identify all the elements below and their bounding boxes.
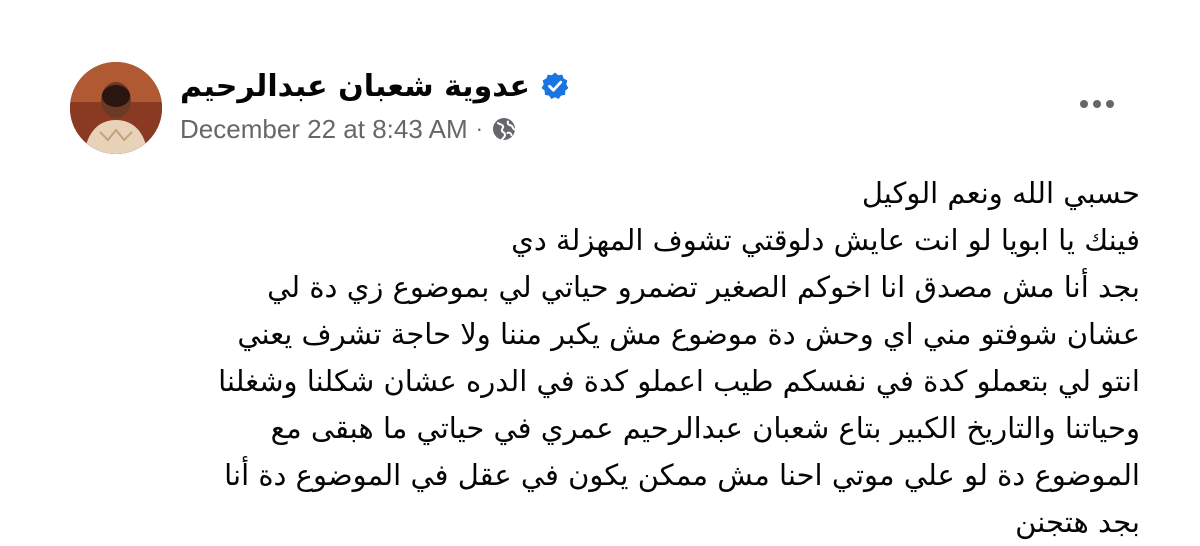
author-name[interactable]: عدوية شعبان عبدالرحيم — [180, 69, 530, 104]
author-avatar[interactable] — [70, 62, 162, 154]
globe-icon[interactable] — [491, 116, 517, 142]
post-text-line: عشان شوفتو مني اي وحش دة موضوع مش يكبر م… — [237, 317, 1140, 351]
post-text-line: بجد أنا مش مصدق انا اخوكم الصغير تضمرو ح… — [267, 270, 1140, 304]
more-options-button[interactable] — [1074, 84, 1120, 124]
post-meta: December 22 at 8:43 AM · — [180, 112, 517, 146]
post-text-line: الموضوع دة لو علي موتي احنا مش ممكن يكون… — [224, 458, 1140, 492]
post-timestamp[interactable]: December 22 at 8:43 AM — [180, 114, 468, 145]
post-text-line: حسبي الله ونعم الوكيل — [861, 176, 1140, 210]
post-text-line: فينك يا ابويا لو انت عايش دلوقتي تشوف ال… — [511, 223, 1140, 257]
post-text-line: بجد هتجنن — [1015, 505, 1140, 539]
post-text-line: انتو لي بتعملو كدة في نفسكم طيب اعملو كد… — [218, 364, 1140, 398]
post-text-line: وحياتنا والتاريخ الكبير بتاع شعبان عبدال… — [270, 411, 1140, 445]
facebook-post: عدوية شعبان عبدالرحيم December 22 at 8:4… — [0, 0, 1200, 541]
meta-separator: · — [475, 116, 483, 141]
avatar-photo — [70, 62, 162, 154]
post-body: حسبي الله ونعم الوكيل فينك يا ابويا لو ا… — [100, 170, 1140, 546]
more-options-icon — [1080, 100, 1114, 108]
author-header: عدوية شعبان عبدالرحيم — [180, 64, 570, 108]
verified-badge-icon — [540, 71, 570, 101]
